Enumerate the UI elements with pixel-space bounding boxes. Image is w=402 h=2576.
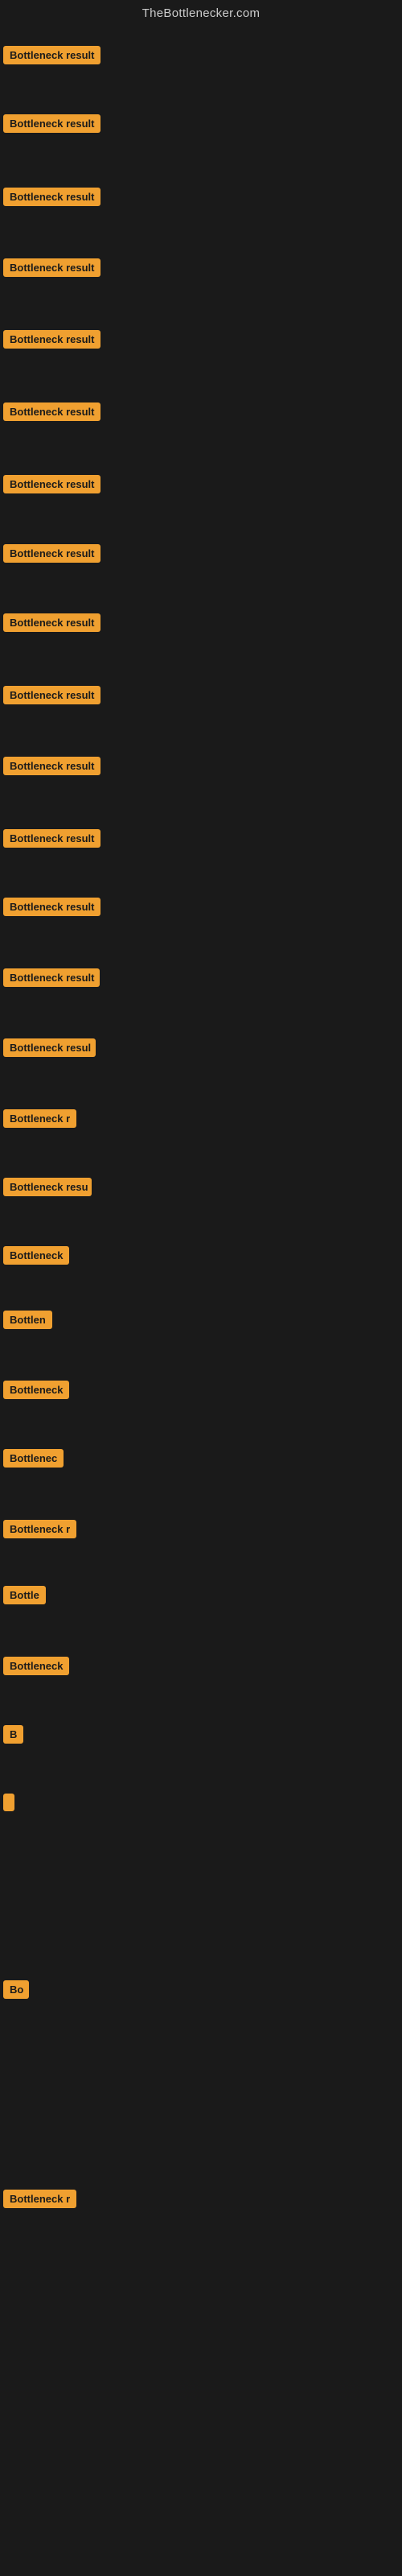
list-item: Bottleneck resu xyxy=(3,1178,92,1200)
list-item: Bottleneck result xyxy=(3,475,100,497)
list-item: Bottleneck result xyxy=(3,829,100,852)
bottleneck-badge[interactable]: Bottle xyxy=(3,1586,46,1604)
bottleneck-badge[interactable]: Bottlenec xyxy=(3,1449,64,1468)
bottleneck-badge[interactable]: Bottleneck result xyxy=(3,258,100,277)
bottleneck-badge[interactable]: Bottleneck result xyxy=(3,330,100,349)
bottleneck-badge[interactable]: Bottlen xyxy=(3,1311,52,1329)
bottleneck-badge[interactable]: Bottleneck result xyxy=(3,114,100,133)
bottleneck-badge[interactable]: Bottleneck xyxy=(3,1246,69,1265)
list-item xyxy=(3,1794,14,1815)
bottleneck-badge[interactable]: Bottleneck resul xyxy=(3,1038,96,1057)
list-item: Bottleneck result xyxy=(3,114,100,137)
list-item: Bottleneck result xyxy=(3,402,100,425)
list-item: Bottleneck result xyxy=(3,757,100,779)
list-item: Bottleneck result xyxy=(3,898,100,920)
bottleneck-badge[interactable]: Bottleneck result xyxy=(3,475,100,493)
bottleneck-badge[interactable]: Bottleneck xyxy=(3,1381,69,1399)
list-item: Bottleneck result xyxy=(3,613,100,636)
bottleneck-badge[interactable]: Bottleneck xyxy=(3,1657,69,1675)
list-item: Bottleneck result xyxy=(3,330,100,353)
bottleneck-badge[interactable]: Bottleneck result xyxy=(3,968,100,987)
list-item: Bottlen xyxy=(3,1311,52,1333)
bottleneck-badge[interactable]: Bottleneck result xyxy=(3,686,100,704)
list-item: Bo xyxy=(3,1980,29,2003)
site-title: TheBottlenecker.com xyxy=(142,6,260,20)
list-item: Bottleneck result xyxy=(3,544,100,567)
list-item: Bottle xyxy=(3,1586,46,1608)
list-item: Bottleneck xyxy=(3,1657,69,1679)
list-item: B xyxy=(3,1725,23,1748)
list-item: Bottleneck xyxy=(3,1246,69,1269)
bottleneck-badge[interactable]: Bottleneck result xyxy=(3,757,100,775)
bottleneck-badge[interactable]: Bottleneck result xyxy=(3,613,100,632)
bottleneck-badge[interactable] xyxy=(3,1794,14,1811)
list-item: Bottleneck r xyxy=(3,2190,76,2212)
list-item: Bottlenec xyxy=(3,1449,64,1472)
bottleneck-badge[interactable]: Bottleneck r xyxy=(3,1520,76,1538)
list-item: Bottleneck r xyxy=(3,1520,76,1542)
bottleneck-badge[interactable]: Bottleneck r xyxy=(3,2190,76,2208)
list-item: Bottleneck result xyxy=(3,258,100,281)
list-item: Bottleneck result xyxy=(3,188,100,210)
list-item: Bottleneck resul xyxy=(3,1038,96,1061)
bottleneck-badge[interactable]: Bottleneck result xyxy=(3,898,100,916)
bottleneck-badge[interactable]: Bottleneck result xyxy=(3,829,100,848)
bottleneck-badge[interactable]: Bottleneck result xyxy=(3,544,100,563)
list-item: Bottleneck result xyxy=(3,46,100,68)
bottleneck-badge[interactable]: Bottleneck result xyxy=(3,188,100,206)
bottleneck-badge[interactable]: B xyxy=(3,1725,23,1744)
bottleneck-badge[interactable]: Bo xyxy=(3,1980,29,1999)
list-item: Bottleneck r xyxy=(3,1109,76,1132)
site-header: TheBottlenecker.com xyxy=(0,0,402,30)
bottleneck-badge[interactable]: Bottleneck result xyxy=(3,46,100,64)
bottleneck-badge[interactable]: Bottleneck result xyxy=(3,402,100,421)
bottleneck-badge[interactable]: Bottleneck resu xyxy=(3,1178,92,1196)
list-item: Bottleneck xyxy=(3,1381,69,1403)
list-item: Bottleneck result xyxy=(3,686,100,708)
list-item: Bottleneck result xyxy=(3,968,100,991)
bottleneck-badge[interactable]: Bottleneck r xyxy=(3,1109,76,1128)
